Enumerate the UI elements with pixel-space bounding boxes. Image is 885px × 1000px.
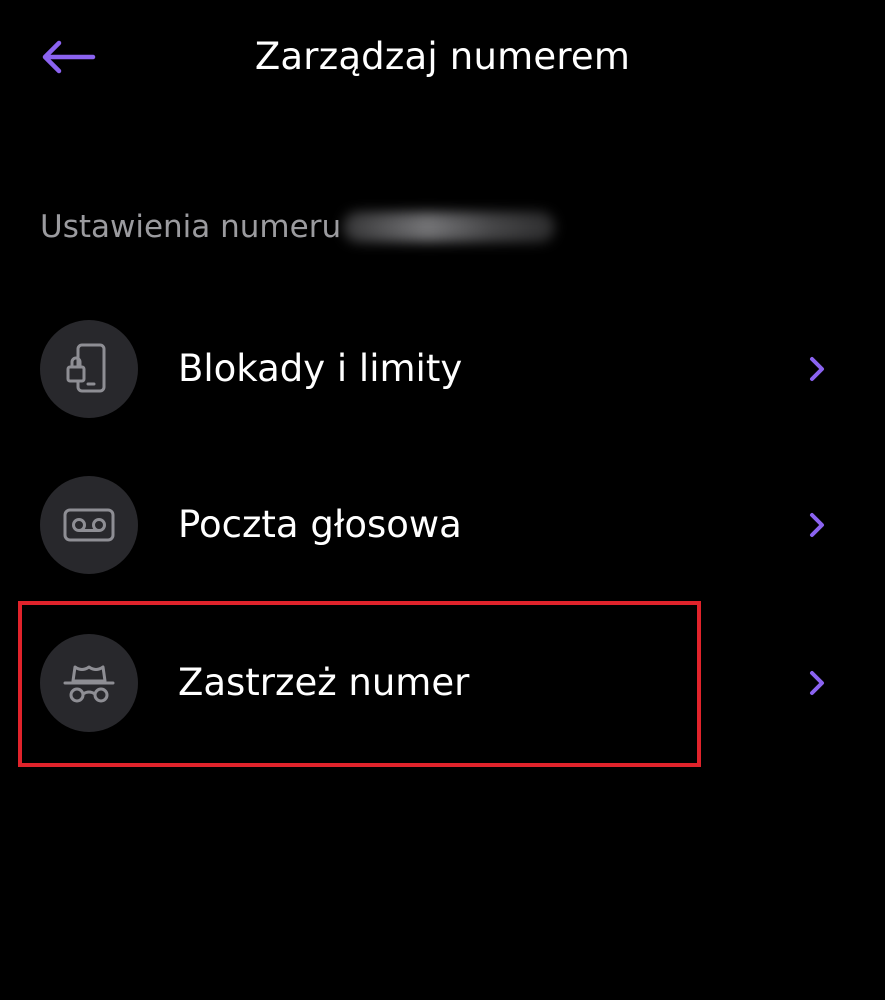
chevron-right-icon	[800, 507, 834, 543]
redacted-phone-number	[343, 212, 556, 242]
menu-item-blokady-i-limity[interactable]: Blokady i limity	[0, 313, 885, 425]
menu-item-icon-circle	[40, 320, 138, 418]
chevron-right-icon	[800, 351, 834, 387]
header: Zarządzaj numerem	[0, 0, 885, 115]
voicemail-icon	[63, 508, 115, 542]
menu-item-label: Zastrzeż numer	[178, 661, 470, 704]
menu-item-label: Poczta głosowa	[178, 503, 462, 546]
page-title: Zarządzaj numerem	[254, 35, 631, 78]
incognito-icon	[63, 665, 115, 703]
menu-item-zastrzez-numer[interactable]: Zastrzeż numer	[0, 627, 885, 739]
phone-lock-icon	[66, 343, 106, 393]
section-label-text: Ustawienia numeru	[40, 209, 342, 245]
chevron-right-icon	[800, 665, 834, 701]
menu-item-poczta-glosowa[interactable]: Poczta głosowa	[0, 469, 885, 581]
menu-item-icon-circle	[40, 634, 138, 732]
menu-item-icon-circle	[40, 476, 138, 574]
menu-item-label: Blokady i limity	[178, 347, 463, 390]
section-label: Ustawienia numeru	[40, 203, 556, 251]
